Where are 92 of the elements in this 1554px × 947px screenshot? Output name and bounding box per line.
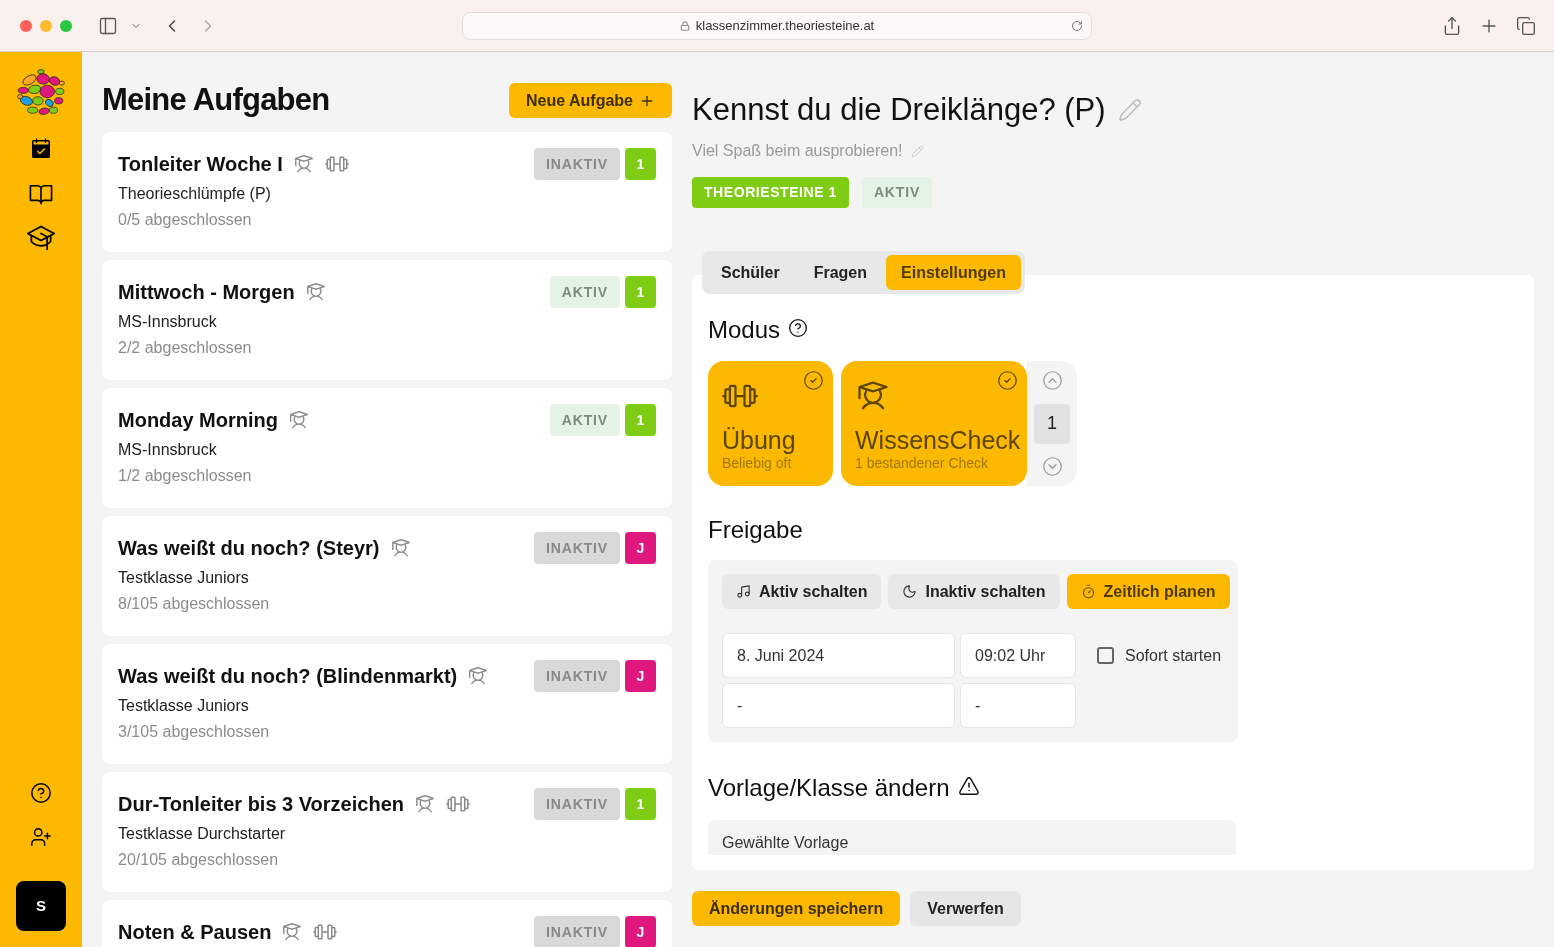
start-time-field[interactable]: 09:02 Uhr <box>960 633 1076 678</box>
stopwatch-icon <box>1080 584 1096 599</box>
sidebar-panel-icon[interactable] <box>98 15 118 36</box>
check-circle-icon <box>997 370 1018 391</box>
task-title: Noten & Pausen <box>118 920 272 945</box>
checkbox-label: Sofort starten <box>1125 645 1222 666</box>
task-title: Was weißt du noch? (Blindenmarkt) <box>118 664 458 689</box>
start-date-field[interactable]: 8. Juni 2024 <box>722 633 955 678</box>
task-card[interactable]: Monday Morning MS-Innsbruck 1/2 abgeschlossen AKTIV 1 <box>102 388 672 508</box>
new-task-button[interactable]: Neue Aufgabe <box>509 83 672 118</box>
progress-text: 1/2 abgeschlossen <box>118 466 253 486</box>
count-badge: 1 <box>625 148 656 180</box>
status-badge: AKTIV <box>549 404 620 436</box>
task-title: Tonleiter Woche I <box>118 152 283 177</box>
end-time-field[interactable]: - <box>960 683 1076 728</box>
count-badge: J <box>625 660 656 692</box>
tab[interactable]: Fragen <box>798 255 883 290</box>
template-select-field[interactable]: Gewählte Vorlage <box>708 820 1236 855</box>
class-name: Testklasse Durchstarter <box>118 824 287 844</box>
status-badge: INAKTIV <box>534 532 620 564</box>
tab[interactable]: Schüler <box>706 255 795 290</box>
count-badge: 1 <box>625 404 656 436</box>
share-icon[interactable] <box>1442 15 1462 36</box>
mode-option-card[interactable]: Übung Beliebig oft <box>708 361 833 486</box>
task-card[interactable]: Dur-Tonleiter bis 3 Vorzeichen Testklasse Durchstarter 20/105 abgeschlossen INAKTIV 1 <box>102 772 672 892</box>
count-badge: J <box>625 532 656 564</box>
mode-subtitle: Beliebig oft <box>722 454 793 472</box>
status-badge: INAKTIV <box>534 148 620 180</box>
task-card[interactable]: Noten & Pausen INAKTIV J <box>102 900 672 947</box>
pebbles-logo-icon[interactable] <box>16 68 66 118</box>
class-name: MS-Innsbruck <box>118 440 218 460</box>
status-badge: AKTIV <box>861 177 933 208</box>
progress-text: 20/105 abgeschlossen <box>118 850 280 870</box>
section-heading: Vorlage/Klasse ändern <box>708 773 950 803</box>
status-badge: AKTIV <box>549 276 620 308</box>
discard-button[interactable]: Verwerfen <box>910 891 1021 926</box>
release-action-button[interactable]: Aktiv schalten <box>722 574 882 609</box>
check-count-value[interactable]: 1 <box>1034 403 1070 444</box>
help-icon[interactable] <box>788 318 809 338</box>
task-title: Mittwoch - Morgen <box>118 280 295 305</box>
progress-text: 2/2 abgeschlossen <box>118 338 253 358</box>
music-note-icon <box>736 584 751 599</box>
status-badge: INAKTIV <box>534 788 620 820</box>
start-now-checkbox[interactable] <box>1097 647 1114 664</box>
task-heading: Kennst du die Dreiklänge? (P) <box>692 90 1106 129</box>
task-card[interactable]: Tonleiter Woche I Theorieschlümpfe (P) 0/5 abgeschlossen INAKTIV 1 <box>102 132 672 252</box>
reload-icon[interactable] <box>1071 19 1083 32</box>
user-avatar[interactable]: S <box>16 881 66 931</box>
add-user-icon[interactable] <box>30 826 52 848</box>
moon-icon <box>902 584 918 599</box>
lock-icon <box>679 20 690 31</box>
task-description: Viel Spaß beim ausprobieren! <box>692 141 903 161</box>
count-badge: 1 <box>625 276 656 308</box>
task-card[interactable]: Mittwoch - Morgen MS-Innsbruck 2/2 abgeschlossen AKTIV 1 <box>102 260 672 380</box>
section-heading: Freigabe <box>708 515 803 545</box>
address-bar[interactable]: klassenzimmer.theoriesteine.at <box>462 11 1092 40</box>
class-badge: THEORIESTEINE 1 <box>692 177 849 208</box>
count-badge: 1 <box>625 788 656 820</box>
progress-text: 8/105 abgeschlossen <box>118 594 271 614</box>
url-text: klassenzimmer.theoriesteine.at <box>695 16 875 35</box>
end-date-field[interactable]: - <box>722 683 955 728</box>
overlapping-squares-icon[interactable] <box>1516 15 1536 36</box>
page-title: Meine Aufgaben <box>102 81 330 120</box>
release-action-button[interactable]: Inaktiv schalten <box>888 574 1060 609</box>
status-badge: INAKTIV <box>534 660 620 692</box>
count-badge: J <box>625 916 656 947</box>
task-card[interactable]: Was weißt du noch? (Steyr) Testklasse Juniors 8/105 abgeschlossen INAKTIV J <box>102 516 672 636</box>
save-button[interactable]: Änderungen speichern <box>692 891 901 926</box>
release-action-button[interactable]: Zeitlich planen <box>1066 574 1230 609</box>
class-name: Testklasse Juniors <box>118 696 250 716</box>
status-badge: INAKTIV <box>534 916 620 947</box>
class-name: MS-Innsbruck <box>118 312 218 332</box>
class-name: Testklasse Juniors <box>118 568 250 588</box>
task-card[interactable]: Was weißt du noch? (Blindenmarkt) Testklasse Juniors 3/105 abgeschlossen INAKTIV J <box>102 644 672 764</box>
tab[interactable]: Einstellungen <box>886 255 1021 290</box>
mode-option-card[interactable]: WissensCheck 1 bestandener Check <box>841 361 1027 486</box>
help-icon[interactable] <box>30 782 52 804</box>
progress-text: 3/105 abgeschlossen <box>118 722 271 742</box>
mode-subtitle: 1 bestandener Check <box>855 454 990 472</box>
progress-text: 0/5 abgeschlossen <box>118 210 253 230</box>
mode-title: Übung <box>722 426 797 454</box>
calendar-check-icon[interactable] <box>29 137 53 161</box>
mode-title: WissensCheck <box>855 426 1018 454</box>
graduation-cap-icon[interactable] <box>27 223 55 251</box>
section-heading: Modus <box>708 315 781 345</box>
window-close-icon[interactable] <box>20 19 32 32</box>
task-title: Was weißt du noch? (Steyr) <box>118 536 380 561</box>
class-name: Theorieschlümpfe (P) <box>118 184 272 204</box>
warning-icon <box>957 775 980 797</box>
check-circle-icon <box>803 370 824 391</box>
task-title: Dur-Tonleiter bis 3 Vorzeichen <box>118 792 404 817</box>
task-title: Monday Morning <box>118 408 278 433</box>
